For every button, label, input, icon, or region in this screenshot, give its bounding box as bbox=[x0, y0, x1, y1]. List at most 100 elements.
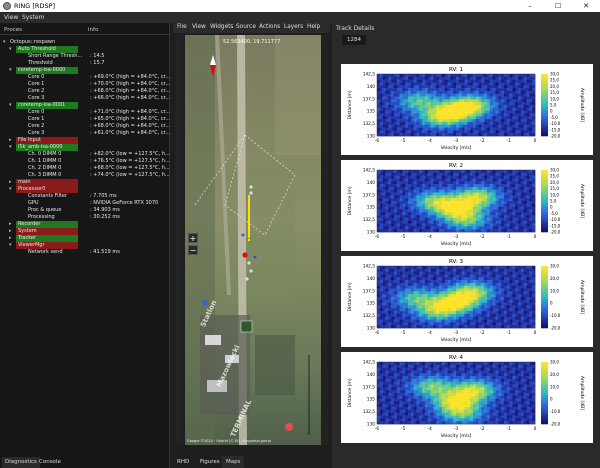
tree-leaf-row[interactable]: Ch. 1 DIMM 0: +76.5°C (low = +127.5°C, h… bbox=[2, 158, 170, 165]
tree-node-row[interactable]: ▸ Tracker bbox=[2, 235, 168, 242]
tree-node-row[interactable]: ▾ Octopus::respawn bbox=[2, 39, 168, 46]
heatmap-cell bbox=[382, 93, 386, 97]
menu-layers[interactable]: Layers bbox=[284, 24, 303, 30]
heatmap-cell bbox=[495, 390, 499, 394]
tree-leaf-row[interactable]: Proc & queue: 34.903 ms bbox=[2, 207, 168, 214]
tree-leaf-row[interactable]: Short Range Thresh...: 14.5 bbox=[2, 53, 168, 60]
close-button[interactable]: ✕ bbox=[572, 0, 600, 12]
expand-arrow-icon[interactable]: ▾ bbox=[9, 144, 12, 151]
menu-system[interactable]: System bbox=[22, 14, 44, 21]
heatmap-cell bbox=[422, 294, 426, 298]
tree-node-row[interactable]: ▸ File Input bbox=[2, 137, 168, 144]
heatmap-cell bbox=[402, 76, 406, 80]
tree-node-row[interactable]: ▾ Processor0 bbox=[2, 186, 168, 193]
expand-arrow-icon[interactable]: ▾ bbox=[9, 46, 12, 53]
heatmap-cell bbox=[450, 370, 454, 374]
heatmap-cell bbox=[472, 398, 477, 402]
heatmap-cell bbox=[506, 96, 510, 100]
heatmap-cell bbox=[464, 203, 468, 207]
tree-node-row[interactable]: ▾ coretemp-isa-0000 bbox=[2, 67, 168, 74]
heatmap-cell bbox=[518, 175, 522, 179]
heatmap-cell bbox=[478, 121, 482, 126]
menu-widgets[interactable]: Widgets bbox=[210, 24, 233, 30]
tree-node-row[interactable]: ▾ coretemp-isa-0001 bbox=[2, 102, 168, 109]
menu-help[interactable]: Help bbox=[307, 24, 320, 30]
heatmap-cell bbox=[498, 285, 502, 289]
tree-node-row[interactable]: ▸ Recorder bbox=[2, 221, 168, 228]
heatmap-cell bbox=[515, 274, 519, 278]
expand-arrow-icon[interactable]: ▾ bbox=[9, 102, 12, 109]
tree-node-row[interactable]: ▸ main bbox=[2, 179, 168, 186]
tree-leaf-row[interactable]: Ch. 0 DIMM 0: +82.0°C (low = +127.5°C, h… bbox=[2, 151, 170, 158]
tab-console[interactable]: Console bbox=[36, 457, 64, 468]
menu-file[interactable]: File bbox=[177, 24, 187, 30]
tree-value: : +82.0°C (low = +127.5°C, h... bbox=[90, 151, 170, 157]
tree-node-row[interactable]: ▾ Auto Threshold bbox=[2, 46, 168, 53]
tree-leaf-row[interactable]: GPU: NVIDIA GeForce RTX 3070 bbox=[2, 200, 168, 207]
tab-rhd[interactable]: RHD bbox=[173, 456, 193, 468]
zoom-in-button[interactable]: + bbox=[188, 233, 198, 243]
expand-arrow-icon[interactable]: ▾ bbox=[9, 67, 12, 74]
heatmap-cell bbox=[405, 96, 409, 100]
heatmap-cell bbox=[382, 172, 386, 176]
heatmap-cell bbox=[478, 90, 482, 95]
heatmap-cell bbox=[424, 85, 429, 89]
heatmap-cell bbox=[495, 220, 499, 224]
heatmap-cell bbox=[515, 367, 519, 371]
tree-node-row[interactable]: ▸ System bbox=[2, 228, 168, 235]
collapse-arrow-icon[interactable]: ▸ bbox=[9, 235, 12, 242]
heatmap-cell bbox=[478, 192, 482, 196]
heatmap-cell bbox=[439, 401, 443, 405]
tree-leaf-row[interactable]: Network send: 41.519 ms bbox=[2, 249, 168, 256]
heatmap-cell bbox=[382, 192, 386, 196]
menu-source[interactable]: Source bbox=[236, 24, 256, 30]
heatmap-cell bbox=[424, 393, 429, 397]
menu-view-2[interactable]: View bbox=[192, 24, 206, 30]
map-left-scrollbar[interactable] bbox=[175, 35, 183, 445]
tab-figures[interactable]: Figures bbox=[196, 456, 224, 468]
expand-arrow-icon[interactable]: ▾ bbox=[9, 242, 12, 249]
menu-actions[interactable]: Actions bbox=[259, 24, 280, 30]
heatmap-cell bbox=[379, 90, 383, 95]
tree-leaf-row[interactable]: Core 3: +61.0°C (high = +84.0°C, cr... bbox=[2, 130, 170, 137]
tree-leaf-row[interactable]: Ch. 2 DIMM 0: +68.0°C (low = +127.5°C, h… bbox=[2, 165, 170, 172]
menu-view[interactable]: View bbox=[4, 14, 18, 21]
tree-leaf-row[interactable]: Core 0: +71.0°C (high = +84.0°C, cr... bbox=[2, 109, 170, 116]
tree-leaf-row[interactable]: Core 2: +68.0°C (high = +84.0°C, cr... bbox=[2, 123, 170, 130]
tree-leaf-row[interactable]: Core 2: +68.0°C (high = +84.0°C, cr... bbox=[2, 88, 170, 95]
heatmap-cell bbox=[484, 107, 488, 111]
x-tick-label: -3 bbox=[454, 138, 459, 144]
collapse-arrow-icon[interactable]: ▸ bbox=[9, 137, 12, 144]
map-right-scrollbar[interactable] bbox=[322, 35, 328, 445]
heatmap-cell bbox=[523, 378, 527, 383]
tree-leaf-row[interactable]: Threshold: 15.7 bbox=[2, 60, 168, 67]
tree-node-row[interactable]: ▾ ViewerMgr bbox=[2, 242, 168, 249]
collapse-arrow-icon[interactable]: ▸ bbox=[9, 228, 12, 235]
minimize-button[interactable]: – bbox=[516, 0, 544, 12]
tree-leaf-row[interactable]: Core 1: +65.0°C (high = +84.0°C, cr... bbox=[2, 116, 170, 123]
heatmap-cell bbox=[441, 407, 446, 411]
tree-leaf-row[interactable]: Core 1: +70.0°C (high = +84.0°C, cr... bbox=[2, 81, 170, 88]
expand-arrow-icon[interactable]: ▾ bbox=[9, 186, 12, 193]
tree-leaf-row[interactable]: Processing: 30.252 ms bbox=[2, 214, 168, 221]
heatmap-cell bbox=[427, 217, 431, 222]
tab-maps[interactable]: Maps bbox=[222, 456, 245, 468]
zoom-out-button[interactable]: − bbox=[188, 245, 198, 255]
column-header-info[interactable]: info bbox=[88, 27, 98, 33]
tab-diagnostics[interactable]: Diagnostics bbox=[2, 457, 40, 468]
heatmap-cell bbox=[456, 266, 460, 270]
tree-leaf-row[interactable]: Constants Filter: 7.705 ms bbox=[2, 193, 168, 200]
tree-node-row[interactable]: ▾ i5k_amb-isa-0000 bbox=[2, 144, 168, 151]
tree-leaf-row[interactable]: Core 3: +66.0°C (high = +84.0°C, cr... bbox=[2, 95, 170, 102]
track-tab[interactable]: 1284 bbox=[342, 35, 366, 45]
expand-arrow-icon[interactable]: ▾ bbox=[3, 39, 6, 46]
column-header-process[interactable]: Proces bbox=[4, 27, 22, 33]
tree-leaf-row[interactable]: Core 0: +69.0°C (high = +84.0°C, cr... bbox=[2, 74, 170, 81]
tree-leaf-row[interactable]: Ch. 3 DIMM 0: +74.0°C (low = +127.5°C, h… bbox=[2, 172, 170, 179]
collapse-arrow-icon[interactable]: ▸ bbox=[9, 221, 12, 228]
maximize-button[interactable]: ☐ bbox=[544, 0, 572, 12]
collapse-arrow-icon[interactable]: ▸ bbox=[9, 179, 12, 186]
heatmap-cell bbox=[408, 390, 412, 394]
map-view[interactable]: 52.563400, 19.711777 + − Station Mazowie… bbox=[185, 35, 321, 445]
heatmap-cell bbox=[498, 90, 502, 95]
